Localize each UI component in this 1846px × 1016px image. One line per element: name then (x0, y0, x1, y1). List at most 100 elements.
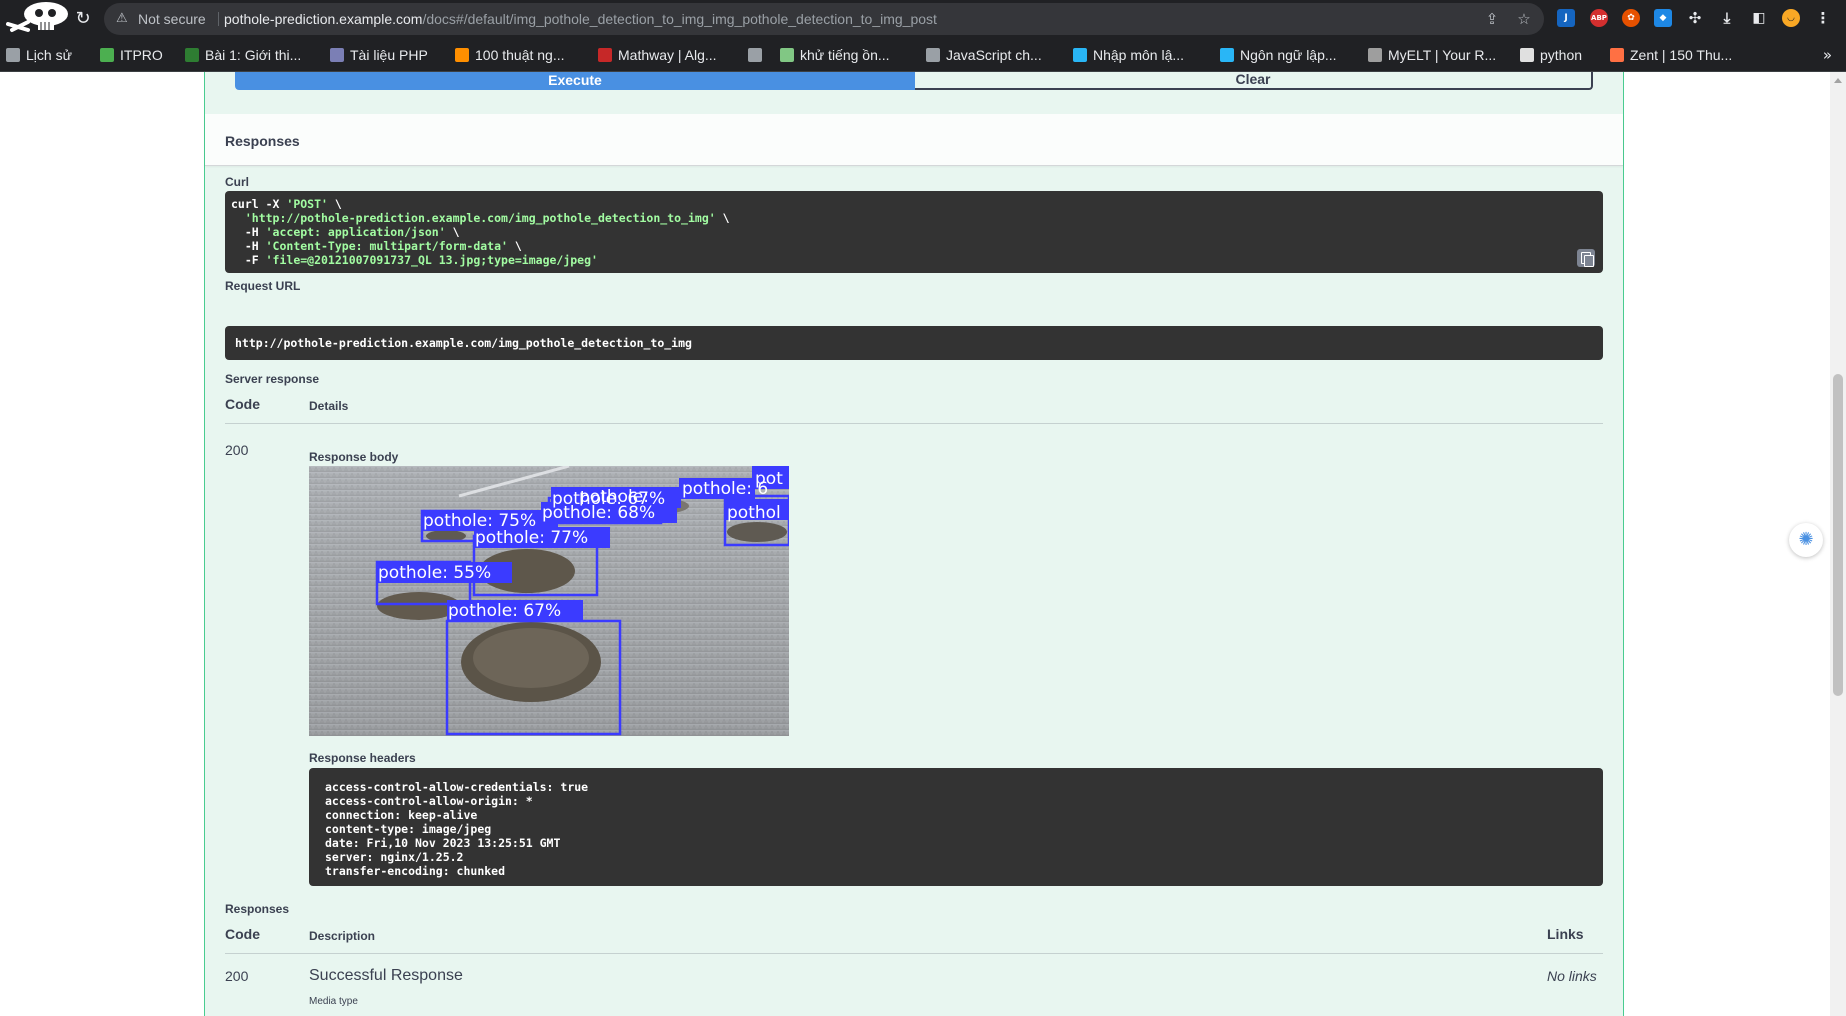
download-icon[interactable]: ⤓ (1718, 9, 1736, 27)
extension-drop-icon[interactable]: ◆ (1654, 9, 1672, 27)
bookmarks-bar: » Lịch sử ITPRO Bài 1: Giới thi... Tài liệu… (0, 38, 1846, 72)
url-path: /docs#/default/img_pothole_detection_to_… (422, 11, 937, 27)
curl-line: -F 'file=@20121007091737_QL 13.jpg;type=… (231, 253, 1597, 267)
bookmark-item[interactable] (748, 46, 768, 64)
pirate-skull-icon (6, 2, 68, 32)
detection-label: pothol (727, 503, 781, 523)
response-body-label: Response body (309, 450, 399, 464)
bookmark-label: Bài 1: Giới thi... (205, 47, 302, 63)
menu-kebab-icon[interactable]: ⋮ (1814, 9, 1832, 27)
responses-col-description: Description (309, 929, 376, 943)
detection-label: pothole: (579, 487, 649, 507)
warning-icon: ⚠ (116, 11, 128, 26)
curl-line-command: -H (231, 225, 266, 239)
curl-line-command: curl -X (231, 197, 287, 211)
bookmark-label: MyELT | Your R... (1388, 47, 1497, 63)
extension-adblock-icon[interactable]: ABP (1590, 9, 1608, 27)
bookmark-item[interactable]: ITPRO (100, 46, 163, 64)
scroll-up-arrow-icon[interactable] (1834, 78, 1842, 83)
responses-col-links: Links (1547, 926, 1584, 942)
extension-cookie-icon[interactable]: ✿ (1622, 9, 1640, 27)
bookmark-star-icon[interactable]: ☆ (1514, 9, 1534, 29)
extension-j-icon[interactable]: J (1557, 9, 1575, 27)
clear-button[interactable]: Clear (915, 72, 1593, 90)
bookmark-item[interactable]: Nhập môn lậ... (1073, 46, 1184, 64)
bookmark-favicon-icon (100, 48, 114, 62)
assistant-float-icon[interactable]: ✺ (1789, 523, 1823, 557)
bookmarks-overflow-icon[interactable]: » (1823, 46, 1832, 64)
omnibox-divider (218, 12, 219, 26)
bookmark-item[interactable]: khử tiếng ồn... (780, 46, 890, 64)
col-details-header: Details (309, 399, 349, 413)
bookmark-favicon-icon (780, 48, 794, 62)
bookmark-item[interactable]: Zent | 150 Thu... (1610, 46, 1732, 64)
bookmark-item[interactable]: Mathway | Alg... (598, 46, 717, 64)
execute-button[interactable]: Execute (235, 72, 915, 90)
bookmark-label: Mathway | Alg... (618, 47, 717, 63)
scroll-thumb[interactable] (1833, 374, 1843, 696)
bookmark-item[interactable]: MyELT | Your R... (1368, 46, 1496, 64)
bookmark-item[interactable]: JavaScript ch... (926, 46, 1042, 64)
execute-wrapper: Execute Clear (235, 72, 1593, 90)
copy-to-clipboard-icon[interactable] (1577, 249, 1595, 267)
request-url-label: Request URL (225, 279, 301, 293)
not-secure-label: Not secure (138, 11, 206, 27)
bookmark-favicon-icon (1073, 48, 1087, 62)
bookmark-favicon-icon (926, 48, 940, 62)
responses-row-links: No links (1547, 968, 1597, 984)
detection-label: pot (755, 469, 783, 489)
share-icon[interactable]: ⇪ (1482, 9, 1502, 29)
bookmark-favicon-icon (748, 48, 762, 62)
page-scrollbar[interactable] (1830, 72, 1846, 1016)
col-code-header: Code (225, 396, 260, 412)
request-url-value[interactable]: http://pothole-prediction.example.com/im… (225, 326, 1603, 360)
bookmark-favicon-icon (1220, 48, 1234, 62)
curl-code-block[interactable]: curl -X 'POST' \ 'http://pothole-predict… (225, 191, 1603, 273)
bookmark-favicon-icon (330, 48, 344, 62)
curl-line-continuation: \ (445, 225, 460, 239)
curl-line: -H 'Content-Type: multipart/form-data' \ (231, 239, 1597, 253)
bookmark-label: Lịch sử (26, 47, 72, 63)
bookmark-favicon-icon (455, 48, 469, 62)
bookmark-item[interactable]: Ngôn ngữ lập... (1220, 46, 1337, 64)
bookmark-label: 100 thuật ng... (475, 47, 565, 63)
curl-line-command: -F (231, 253, 266, 267)
curl-line-continuation: \ (715, 211, 730, 225)
extensions-puzzle-icon[interactable]: ✣ (1686, 9, 1704, 27)
responses-row-code: 200 (225, 968, 249, 984)
curl-line: curl -X 'POST' \ (231, 197, 1597, 211)
bookmark-label: python (1540, 47, 1583, 63)
url-text[interactable]: pothole-prediction.example.com/docs#/def… (224, 11, 937, 27)
bookmark-favicon-icon (598, 48, 612, 62)
curl-line-continuation: \ (507, 239, 522, 253)
bookmark-item[interactable]: 100 thuật ng... (455, 46, 565, 64)
server-response-table-header: Code Details (225, 386, 1603, 424)
responses-label: Responses (225, 902, 290, 916)
address-bar[interactable]: ⚠ Not secure pothole-prediction.example.… (104, 3, 1544, 35)
side-panel-icon[interactable]: ◧ (1750, 9, 1768, 27)
bookmark-label: ITPRO (120, 47, 163, 63)
bookmark-label: JavaScript ch... (946, 47, 1042, 63)
reload-icon[interactable]: ↻ (72, 8, 94, 30)
curl-line: -H 'accept: application/json' \ (231, 225, 1597, 239)
responses-row-description: Successful Response (309, 967, 463, 984)
response-headers-label: Response headers (309, 751, 416, 765)
detection-label: pothole: 67% (448, 601, 561, 621)
bookmark-label: Nhập môn lậ... (1093, 47, 1185, 63)
bookmark-item[interactable]: Lịch sử (6, 46, 72, 64)
detection-label: pothole: 55% (378, 563, 491, 583)
pothole-detection-image: pothole: 67% pothole: 6pothole: 68%potpot… (309, 466, 789, 736)
bookmark-label: Ngôn ngữ lập... (1240, 47, 1337, 63)
bookmark-favicon-icon (1368, 48, 1382, 62)
bookmark-item[interactable]: python (1520, 46, 1582, 64)
bookmark-label: Zent | 150 Thu... (1630, 47, 1733, 63)
profile-avatar[interactable]: ◡ (1782, 9, 1800, 27)
server-response-label: Server response (225, 372, 320, 386)
bookmark-item[interactable]: Tài liệu PHP (330, 46, 428, 64)
response-headers-value[interactable]: access-control-allow-credentials: true a… (309, 768, 1603, 886)
curl-line-command: -H (231, 239, 266, 253)
bookmark-label: Tài liệu PHP (350, 47, 428, 63)
curl-line: 'http://pothole-prediction.example.com/i… (231, 211, 1597, 225)
bookmark-item[interactable]: Bài 1: Giới thi... (185, 46, 301, 64)
curl-line-command (231, 211, 245, 225)
